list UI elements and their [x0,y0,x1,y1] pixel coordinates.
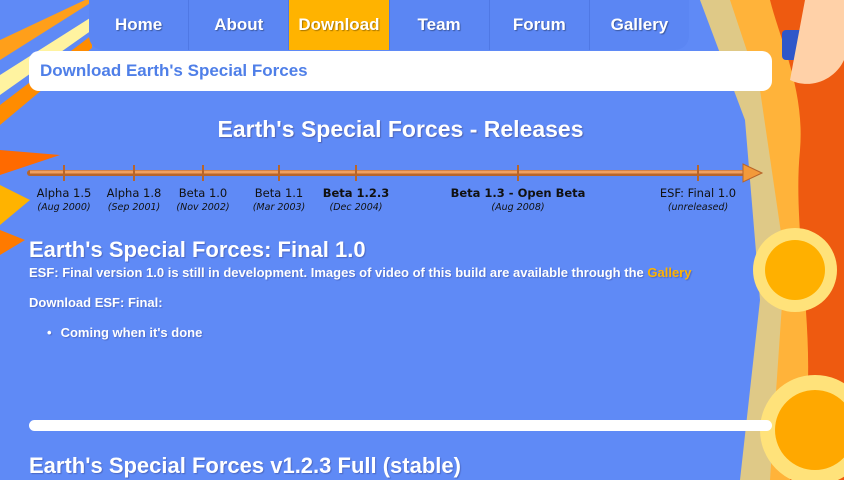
nav-team[interactable]: Team [390,0,490,50]
release-date: (unreleased) [667,202,729,213]
nav-forum[interactable]: Forum [490,0,590,50]
final-description-text: ESF: Final version 1.0 is still in devel… [29,265,644,280]
section-divider [29,420,772,431]
release-date: (Dec 2004) [329,202,383,213]
release-name: Beta 1.2.3 [322,186,390,200]
list-item: Coming when it's done [47,325,203,340]
final-description: ESF: Final version 1.0 is still in devel… [29,265,691,280]
release-name: Beta 1.3 - Open Beta [450,186,586,200]
nav-download[interactable]: Download [289,0,390,50]
main-nav: Home About Download Team Forum Gallery [89,0,689,50]
nav-home[interactable]: Home [89,0,190,50]
download-label: Download ESF: Final: [29,295,163,310]
release-beta-1-2-3[interactable]: Beta 1.2.3 (Dec 2004) [301,186,411,216]
stable-section-title: Earth's Special Forces v1.2.3 Full (stab… [29,453,461,478]
gallery-link[interactable]: Gallery [647,265,691,280]
timeline-arrow-icon [742,163,764,183]
release-name: ESF: Final 1.0 [659,186,737,200]
release-date: (Aug 2008) [491,202,545,213]
nav-about[interactable]: About [189,0,290,50]
release-esf-final[interactable]: ESF: Final 1.0 (unreleased) [643,186,753,216]
nav-gallery[interactable]: Gallery [590,0,689,50]
release-beta-1-3[interactable]: Beta 1.3 - Open Beta (Aug 2008) [443,186,593,216]
releases-title: Earth's Special Forces - Releases [217,116,584,142]
final-section-title: Earth's Special Forces: Final 1.0 [29,237,366,262]
release-timeline [27,163,764,183]
header-bar: Download Earth's Special Forces [29,51,772,91]
page-title: Download Earth's Special Forces [40,61,308,80]
